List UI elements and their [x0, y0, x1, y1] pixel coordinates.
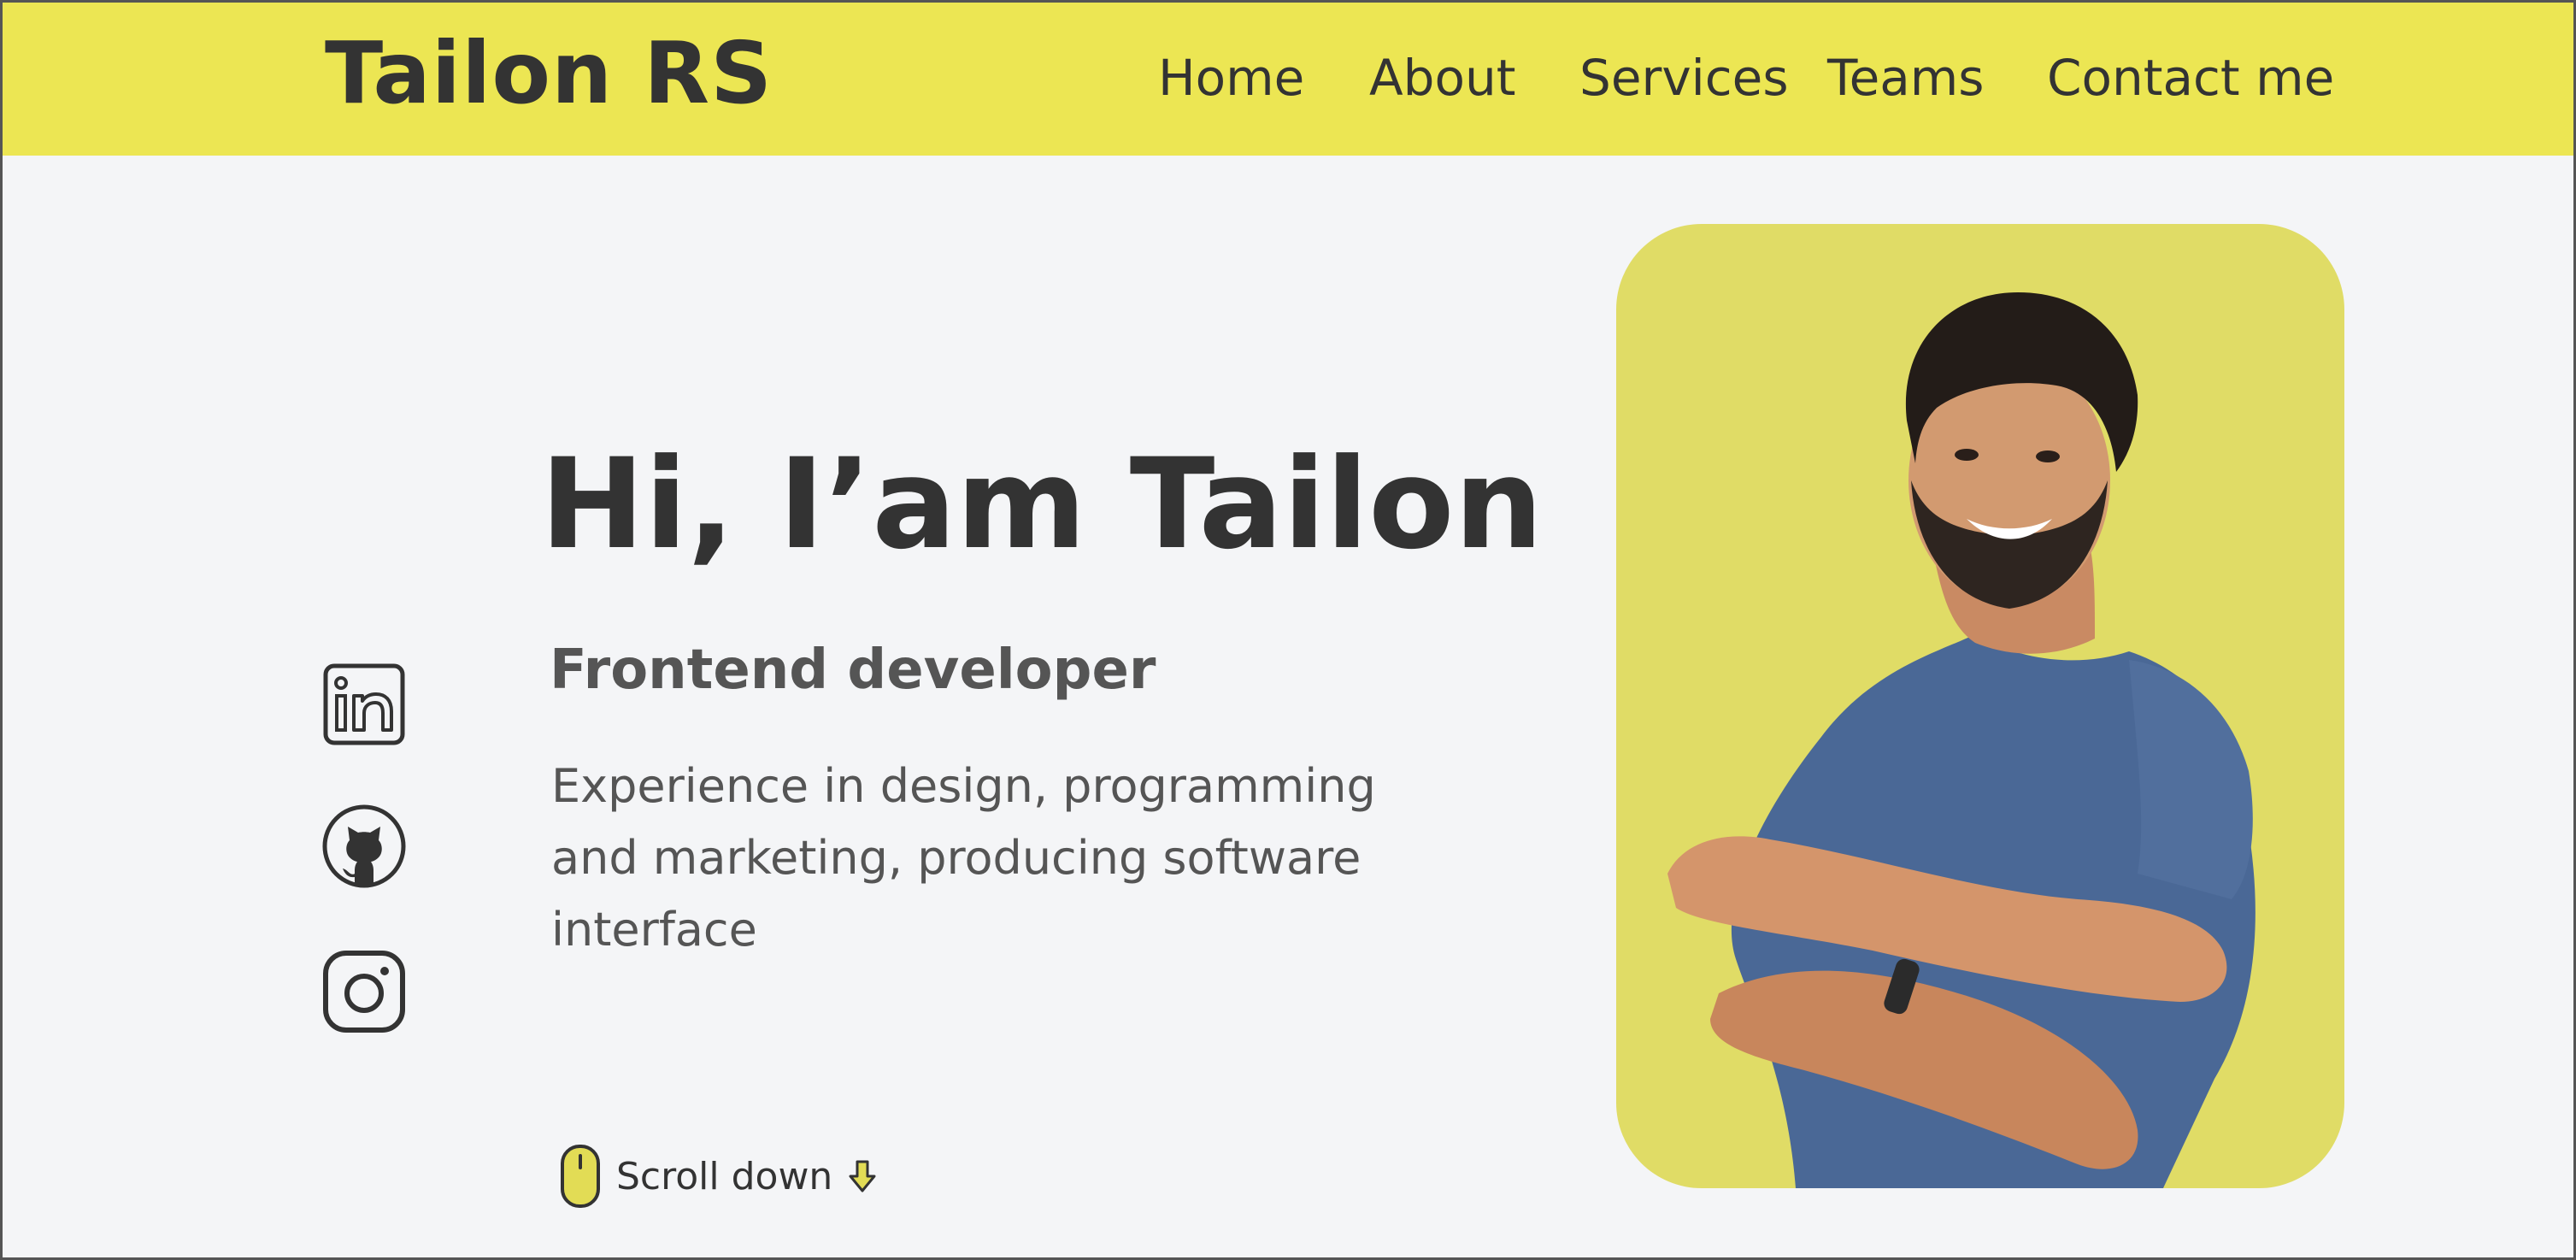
linkedin-icon	[323, 663, 405, 745]
github-icon	[322, 804, 406, 888]
mouse-icon	[561, 1145, 600, 1208]
scroll-down-label: Scroll down	[616, 1154, 833, 1198]
nav-contact[interactable]: Contact me	[2047, 53, 2334, 103]
hero-subtitle: Frontend developer	[550, 639, 1156, 702]
hero-title: Hi, I’am Tailon	[540, 432, 1544, 577]
nav-about[interactable]: About	[1369, 53, 1515, 103]
nav-services[interactable]: Services	[1579, 53, 1789, 103]
profile-portrait	[1667, 292, 2255, 1188]
nav-home[interactable]: Home	[1158, 53, 1304, 103]
nav-teams[interactable]: Teams	[1827, 53, 1985, 103]
profile-photo	[1616, 224, 2344, 1188]
site-header: Tailon RS Home About Services Teams Cont…	[0, 0, 2576, 156]
hero-description: Experience in design, programming and ma…	[551, 759, 1376, 957]
scroll-down-button[interactable]: Scroll down	[560, 1144, 877, 1209]
instagram-link[interactable]	[321, 949, 407, 1034]
linkedin-link[interactable]	[321, 662, 407, 747]
github-link[interactable]	[321, 804, 407, 889]
arrow-down-icon	[849, 1160, 876, 1192]
instagram-icon	[323, 951, 405, 1033]
brand-logo[interactable]: Tailon RS	[325, 31, 773, 116]
